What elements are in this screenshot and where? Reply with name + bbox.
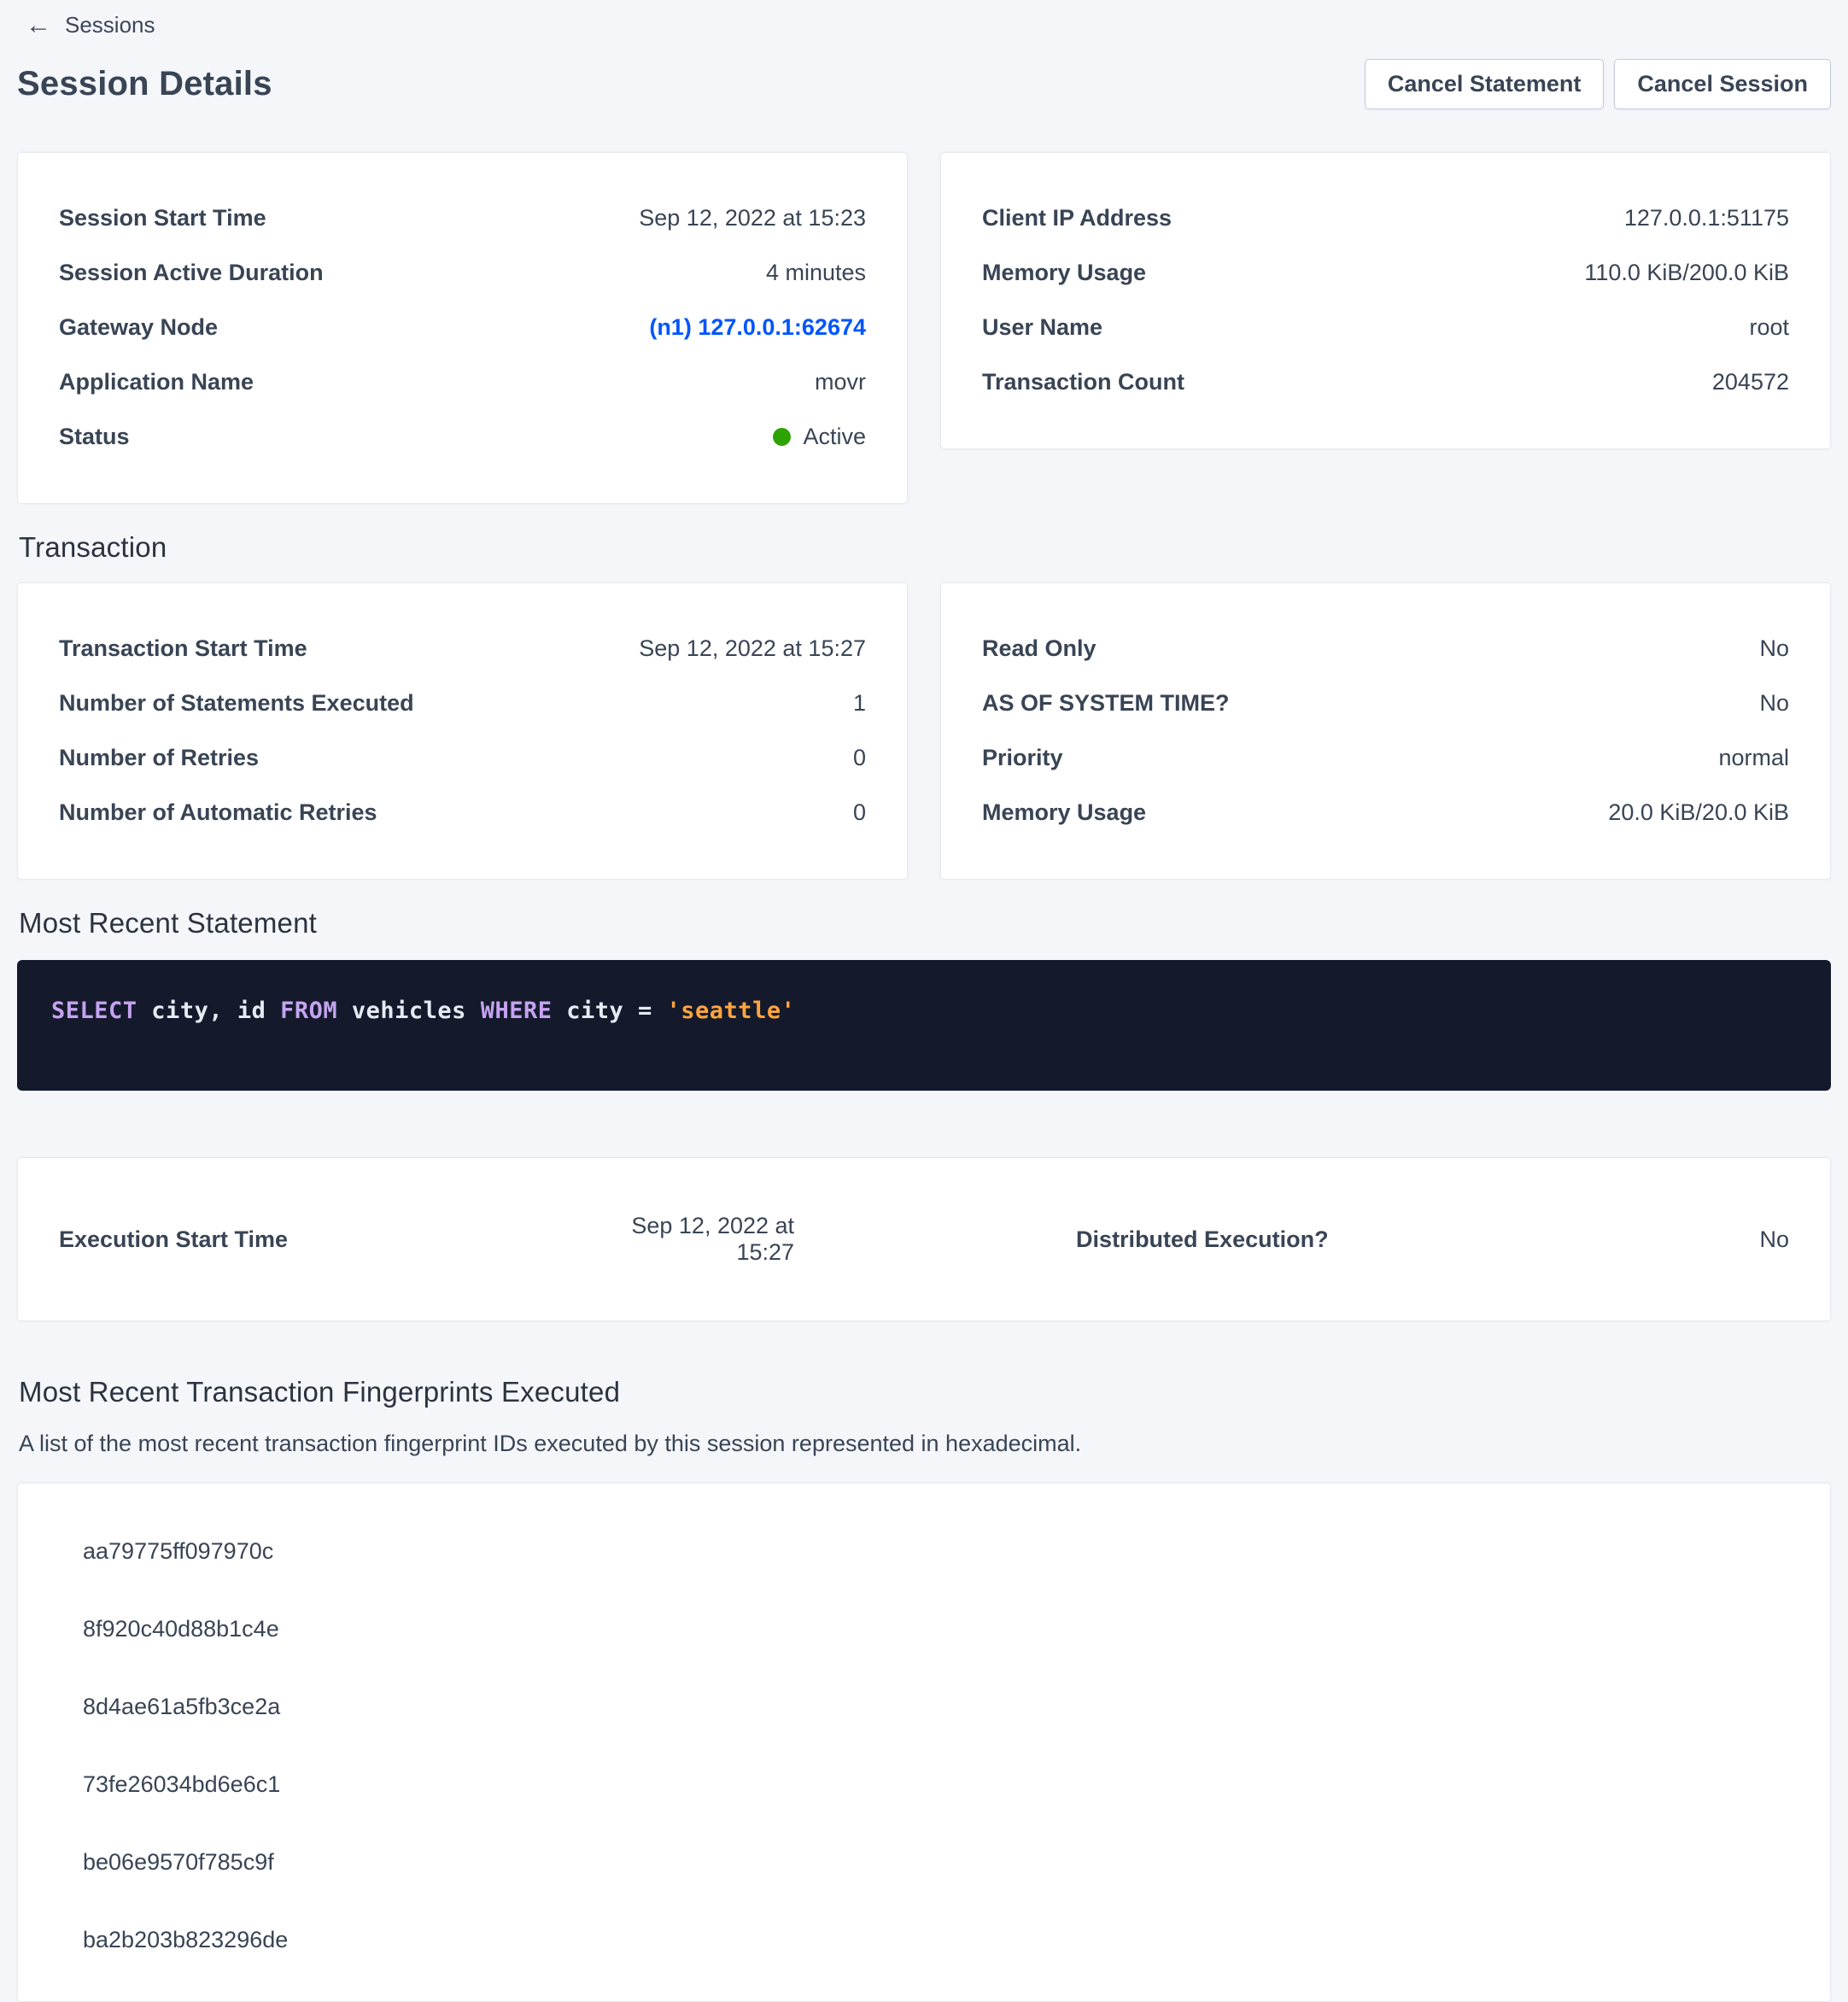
info-row: Client IP Address 127.0.0.1:51175 <box>982 190 1789 245</box>
fingerprint-item: be06e9570f785c9f <box>59 1823 1789 1901</box>
info-row: Priority normal <box>982 730 1789 785</box>
info-label: Application Name <box>59 369 254 395</box>
status-active-dot-icon <box>773 428 791 446</box>
distributed-execution-label: Distributed Execution? <box>794 1226 1400 1253</box>
sql-token-string: 'seattle' <box>667 998 796 1024</box>
info-label: AS OF SYSTEM TIME? <box>982 690 1230 717</box>
cancel-session-button[interactable]: Cancel Session <box>1614 59 1831 109</box>
sql-statement-box: SELECT city, id FROM vehicles WHERE city… <box>17 960 1831 1091</box>
transaction-grid: Transaction Start Time Sep 12, 2022 at 15… <box>17 582 1831 880</box>
info-row: Application Name movr <box>59 354 866 409</box>
info-label: Session Active Duration <box>59 260 324 286</box>
client-info-card: Client IP Address 127.0.0.1:51175 Memory U… <box>940 152 1831 449</box>
info-label: Memory Usage <box>982 799 1146 826</box>
info-value: Sep 12, 2022 at 15:27 <box>639 635 866 662</box>
info-row: User Name root <box>982 300 1789 354</box>
statement-section-heading: Most Recent Statement <box>19 907 1831 940</box>
info-row: Gateway Node (n1) 127.0.0.1:62674 <box>59 300 866 354</box>
info-label: Transaction Count <box>982 369 1184 395</box>
gateway-node-link[interactable]: (n1) 127.0.0.1:62674 <box>649 314 866 341</box>
info-value: 4 minutes <box>766 260 866 286</box>
execution-start-time-label: Execution Start Time <box>59 1226 578 1253</box>
breadcrumb-back-sessions[interactable]: ← Sessions <box>17 5 164 45</box>
sql-token-keyword: FROM <box>280 998 337 1024</box>
info-row: AS OF SYSTEM TIME? No <box>982 676 1789 730</box>
sql-token-keyword: SELECT <box>51 998 137 1024</box>
fingerprint-item: 73fe26034bd6e6c1 <box>59 1746 1789 1823</box>
transaction-info-card: Transaction Start Time Sep 12, 2022 at 15… <box>17 582 908 880</box>
fingerprint-item: aa79775ff097970c <box>59 1513 1789 1590</box>
info-label: Transaction Start Time <box>59 635 307 662</box>
transaction-section-heading: Transaction <box>19 531 1831 564</box>
info-label: Memory Usage <box>982 260 1146 286</box>
info-label: Priority <box>982 745 1063 771</box>
info-value: movr <box>815 369 866 395</box>
session-summary-grid: Session Start TimeSep 12, 2022 at 15:23S… <box>17 152 1831 504</box>
info-value: Sep 12, 2022 at 15:23 <box>639 205 866 231</box>
info-row: Transaction Start Time Sep 12, 2022 at 15… <box>59 621 866 676</box>
info-row: Transaction Count 204572 <box>982 354 1789 409</box>
info-row: Number of Statements Executed 1 <box>59 676 866 730</box>
session-details-page: ← Sessions Session Details Cancel Statem… <box>0 0 1848 2002</box>
info-row: Memory Usage 20.0 KiB/20.0 KiB <box>982 785 1789 840</box>
fingerprints-description: A list of the most recent transaction fi… <box>19 1431 1831 1457</box>
info-value: 0 <box>853 799 866 826</box>
info-row: Session Active Duration 4 minutes <box>59 245 866 300</box>
info-label: Gateway Node <box>59 314 218 341</box>
sql-token-keyword: WHERE <box>481 998 553 1024</box>
info-value: 110.0 KiB/200.0 KiB <box>1584 260 1789 286</box>
info-label: Read Only <box>982 635 1097 662</box>
info-value: 1 <box>853 690 866 717</box>
status-text: Active <box>803 424 866 450</box>
status-value: Active <box>773 424 866 450</box>
info-label: Status <box>59 424 130 450</box>
breadcrumb-label: Sessions <box>65 12 155 38</box>
info-value: 0 <box>853 745 866 771</box>
fingerprints-section-heading: Most Recent Transaction Fingerprints Exe… <box>19 1376 1831 1408</box>
info-row: Session Start Time Sep 12, 2022 at 15:23 <box>59 190 866 245</box>
fingerprint-item: ba2b203b823296de <box>59 1901 1789 1979</box>
fingerprint-item: 8f920c40d88b1c4e <box>59 1590 1789 1668</box>
info-label: Client IP Address <box>982 205 1172 231</box>
info-value: No <box>1759 635 1789 662</box>
sql-token-plain: vehicles <box>337 998 481 1024</box>
execution-card: Execution Start Time Sep 12, 2022 at 15:… <box>17 1157 1831 1321</box>
info-label: Number of Statements Executed <box>59 690 414 717</box>
transaction-meta-card: Read Only No AS OF SYSTEM TIME? No Priority n… <box>940 582 1831 880</box>
execution-start-time-value: Sep 12, 2022 at 15:27 <box>578 1213 794 1266</box>
info-label: Number of Automatic Retries <box>59 799 377 826</box>
info-row: Number of Automatic Retries 0 <box>59 785 866 840</box>
page-header: Session Details Cancel Statement Cancel … <box>17 59 1831 109</box>
sql-token-plain: city, id <box>137 998 281 1024</box>
info-value: 127.0.0.1:51175 <box>1624 205 1789 231</box>
info-label: User Name <box>982 314 1102 341</box>
info-row: Read Only No <box>982 621 1789 676</box>
session-info-card: Session Start TimeSep 12, 2022 at 15:23S… <box>17 152 908 504</box>
distributed-execution-value: No <box>1400 1226 1789 1253</box>
info-value: 20.0 KiB/20.0 KiB <box>1608 799 1789 826</box>
sql-token-plain: city = <box>552 998 666 1024</box>
info-row: Status Active <box>59 409 866 464</box>
info-label: Number of Retries <box>59 745 259 771</box>
info-label: Session Start Time <box>59 205 266 231</box>
fingerprint-item: 8d4ae61a5fb3ce2a <box>59 1668 1789 1746</box>
info-value: 204572 <box>1712 369 1789 395</box>
info-value: normal <box>1718 745 1789 771</box>
info-row: Memory Usage 110.0 KiB/200.0 KiB <box>982 245 1789 300</box>
page-title: Session Details <box>17 65 272 103</box>
cancel-statement-button[interactable]: Cancel Statement <box>1365 59 1605 109</box>
header-actions: Cancel Statement Cancel Session <box>1365 59 1831 109</box>
info-row: Number of Retries 0 <box>59 730 866 785</box>
back-arrow-icon: ← <box>26 13 51 38</box>
info-value: No <box>1759 690 1789 717</box>
info-value: root <box>1749 314 1789 341</box>
fingerprints-card: aa79775ff097970c8f920c40d88b1c4e8d4ae61a… <box>17 1483 1831 2002</box>
sql-statement: SELECT city, id FROM vehicles WHERE city… <box>51 998 1797 1024</box>
